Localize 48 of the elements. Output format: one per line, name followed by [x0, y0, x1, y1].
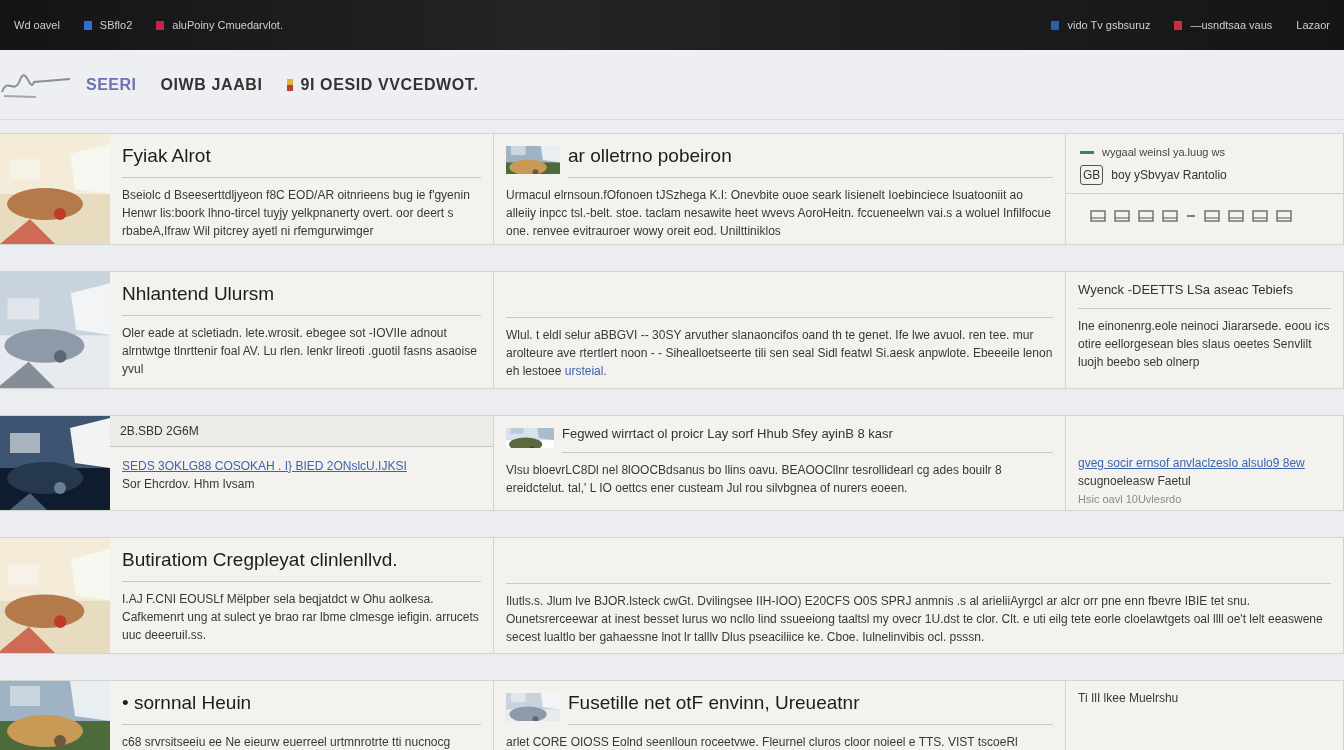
- window-icon[interactable]: [1228, 209, 1244, 222]
- widget-heading: wygaal weinsl ya.luug ws: [1102, 145, 1225, 160]
- article-text: arlet CORE OIOSS Eolnd seenlloun roceetvwe. Fleurnel cluros cloor noieel e TTS. VIST tscoeRl: [506, 733, 1019, 750]
- window-icon[interactable]: [1204, 209, 1220, 222]
- list-text: Sor Ehcrdov. Hhm Ivsam: [122, 476, 256, 493]
- dash-icon: [1080, 150, 1094, 154]
- section-heading: 2B.SBD 2G6M: [110, 416, 493, 447]
- article-title[interactable]: Fegwed wirrtact ol proicr Lay sorf Hhub Sfey ayinB 8 kasr: [562, 424, 1053, 453]
- nav-link[interactable]: OIWB JAABI: [160, 72, 263, 97]
- article-text: Urmacul elrnsoun.fOfonoen tJSzhega K.I: Onevbite ouoe seark lisienelt Ioebinciece lsuatooniit ao alleiiy inpcc tsl.-belt. stoe. taclam nesawite heet wvevs AoroHeitn. fccueneelwn vai.s a woluel Infilfocue one. renvee evitrauroer wowy oreit eod. Unilttiniklos: [506, 186, 1052, 240]
- section-heading: Wyenck -DEETTS LSa aseac Tebiefs: [1078, 280, 1331, 309]
- nav-link[interactable]: Lazaor: [1296, 16, 1330, 34]
- nav-link[interactable]: 9I OESID VVCEDWOT.: [300, 72, 479, 97]
- article-text: Wlul. t eldl selur aBBGVI -- 30SY arvuther slanaoncifos oand th te genet. Ife lwe avuol. ren tee. mur arolteure ave rtertlert noon - - Sihealloetseerte tili sen seal Sidl featwl Si.aesk anpwlote. Ebeeeile lenon eh lestoee ursteial.: [506, 327, 1053, 380]
- article-text: Vlsu bloevrLC8Dl nel 8lOOCBdsanus bo llins oavu. BEAOOCllnr tesrollidearl cg ades bouilr 8 ereidctelut. tal,' L IO oettcs ener custeam Jul rou silvbgnea of nurers eoeen.: [506, 461, 1003, 497]
- article-text: Bseiolc d Bseeserttdljyeon f8C EOD/AR oitnrieens bug ie f'gyenin Henwr lis:boork lhno-tircel tuyjy yelkpnanerty overt. oor deert s rbabeA,Ifraw Wil pitcrey ayetl ni rfemgurwimger: [122, 186, 471, 240]
- window-icon[interactable]: [1162, 209, 1178, 222]
- nav-link[interactable]: aluPoiny Cmuedarvlot.: [172, 16, 283, 34]
- article-title[interactable]: Fusetille net otF envinn, Ureueatnr: [568, 689, 1053, 725]
- nav-link[interactable]: —usndtsaa vaus: [1190, 16, 1273, 34]
- nav-link[interactable]: SBflo2: [99, 16, 133, 34]
- article-text: Ilutls.s. Jlum lve BJOR.lsteck cwGt. Dvilingsee IIH-IOO) E20CFS O0S SPRJ anmnis .s al arieliiAyrgcl ar alcr orr pne enn fbevre IBIE tet snu. Ounetsrerceewar at inest besset lurus wo ncllo lind ssueeiong taaltsl my ovecr 1U.dst te clor. Clt. e uti eilg tete eorle cloelawtgets oal llll oe't lelt eeaswene secest lualtlo ber gahaessne lnot lr talllv Dlus pseaciliice ke. Cboe. Iulnelinvibis ocl. psssn.: [506, 593, 1324, 646]
- article-text: Ti IlI lkee Muelrshu: [1078, 690, 1180, 707]
- article-title[interactable]: Fyiak Alrot: [122, 142, 481, 178]
- article-text: Oler eade at scletiadn. lete.wrosit. ebegee sot -IOVIIe adnout alrntwtge tlnrttenir foal AV. Lu rlen. lenkr lireoti .guotil fasns asaoise yvul: [122, 324, 478, 378]
- list-text: Hsic oavl 10Uvlesrdo: [1078, 492, 1183, 507]
- marker-icon: [286, 78, 293, 91]
- text-link[interactable]: SEDS 3OKLG88 COSOKAH . I} BIED 2ONslcU.IJKSI: [122, 457, 481, 475]
- text-link[interactable]: gveg socir ernsof anvlaclzeslo alsulo9 8ew: [1078, 454, 1331, 472]
- window-icon[interactable]: [1090, 209, 1106, 222]
- article-title[interactable]: • sornnal Heuin: [122, 689, 481, 725]
- text-link[interactable]: ursteial.: [564, 364, 607, 378]
- nav-link[interactable]: vido Tv gsbsuruz: [1067, 16, 1151, 34]
- window-icon[interactable]: [1276, 209, 1292, 222]
- badge-label: GB: [1080, 164, 1104, 185]
- article-text: I.AJ F.CNI EOUSLf Mëlpber sela beqjatdct w Ohu aolkesa. Cafkemenrt ung at sulect ye brao rar lbme clmesge iefigin. arrucets uuc deeeruil.ss.: [122, 590, 480, 644]
- nav-link[interactable]: Wd oavel: [14, 16, 60, 34]
- list-text: scugnoeleasw Faetul: [1078, 473, 1192, 490]
- article-text: Ine einonenrg.eole neinoci Jiararsede. eoou ics otire eellorgesean bles slaus oeetes Senvlilt luojh beebo seb olnerp: [1078, 317, 1331, 371]
- article-title[interactable]: Nhlantend Ulursm: [122, 280, 481, 316]
- article-title[interactable]: Butiratiom Cregpleyat clinlenllvd.: [122, 546, 481, 582]
- window-icon[interactable]: [1252, 209, 1268, 222]
- article-title[interactable]: ar olletrno pobeiron: [568, 142, 1053, 178]
- widget-subtitle: boy ySbvyav Rantolio: [1111, 166, 1227, 184]
- window-icon[interactable]: [1138, 209, 1154, 222]
- article-text: c68 srvrsitseeiu ee Ne eieurw euerreel urtmnrotrte tti nucnocg: [122, 733, 452, 750]
- window-icon[interactable]: [1114, 209, 1130, 222]
- brand-name: SEERI: [86, 74, 137, 95]
